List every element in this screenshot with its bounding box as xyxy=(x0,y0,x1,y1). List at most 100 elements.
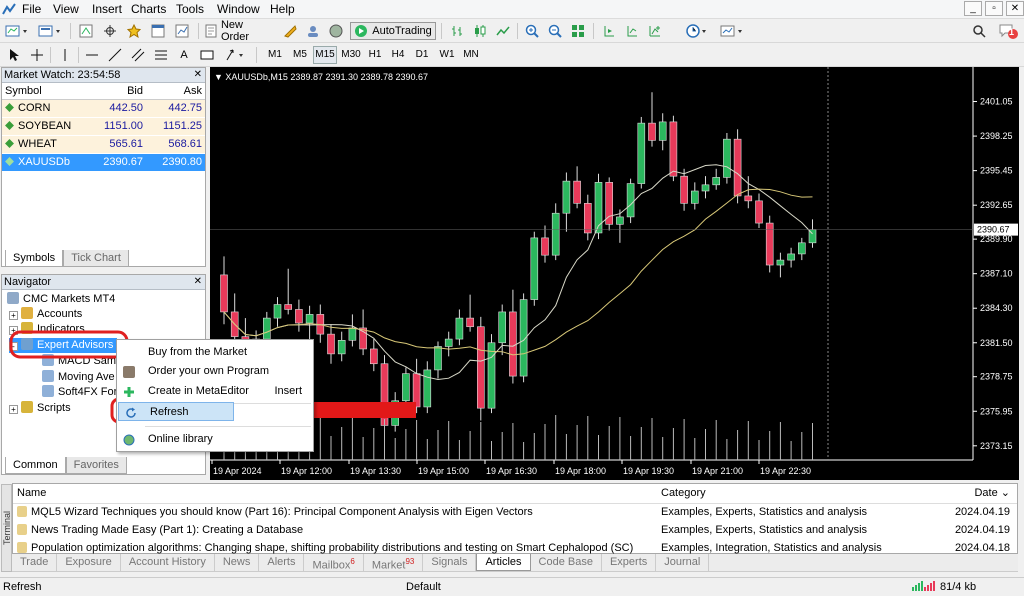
metaeditor-icon[interactable] xyxy=(280,22,300,40)
symbol-row[interactable]: SOYBEAN 1151.00 1151.25 xyxy=(2,118,205,136)
timeframe-m15[interactable]: M15 xyxy=(313,46,337,64)
bid-column-header[interactable]: Bid xyxy=(90,83,146,99)
navigator-item-ea[interactable]: Moving Ave xyxy=(42,370,115,385)
timeframe-m1[interactable]: M1 xyxy=(264,46,286,64)
menu-item-order-program[interactable]: Order your own Program xyxy=(117,362,313,381)
zoom-out-icon[interactable] xyxy=(545,22,565,40)
menu-file[interactable]: File xyxy=(22,2,41,16)
bar-chart-icon[interactable] xyxy=(447,22,467,40)
symbol-column-header[interactable]: Symbol xyxy=(2,83,90,99)
menu-item-buy-from-market[interactable]: Buy from the Market xyxy=(117,343,313,362)
line-chart-icon[interactable] xyxy=(493,22,513,40)
new-chart-button[interactable] xyxy=(3,22,33,40)
price-chart[interactable]: ▼ XAUUSDb,M15 2389.87 2391.30 2389.78 23… xyxy=(210,67,1019,480)
restore-button[interactable]: ▫ xyxy=(985,1,1003,16)
tab-market[interactable]: Market93 xyxy=(364,554,424,572)
new-order-button[interactable]: New Order xyxy=(203,19,275,43)
navigator-item-scripts[interactable]: + Scripts xyxy=(9,401,71,416)
timeframe-m5[interactable]: M5 xyxy=(289,46,311,64)
minimize-button[interactable]: _ xyxy=(964,1,982,16)
tab-articles[interactable]: Articles xyxy=(476,554,531,571)
cursor-icon[interactable] xyxy=(5,46,23,64)
text-icon[interactable]: A xyxy=(175,46,193,64)
trendline-icon[interactable] xyxy=(106,46,124,64)
navigator-item-accounts[interactable]: + Accounts xyxy=(9,307,82,322)
name-column-header[interactable]: Name xyxy=(13,484,658,503)
autotrading-button[interactable]: AutoTrading xyxy=(350,22,436,40)
tab-news[interactable]: News xyxy=(215,554,260,571)
timeframe-d1[interactable]: D1 xyxy=(411,46,433,64)
periods-icon[interactable] xyxy=(684,22,712,40)
search-icon[interactable] xyxy=(970,22,988,40)
fibonacci-icon[interactable] xyxy=(152,46,170,64)
ask-column-header[interactable]: Ask xyxy=(146,83,205,99)
timeframe-m30[interactable]: M30 xyxy=(339,46,363,64)
horizontal-line-icon[interactable] xyxy=(83,46,101,64)
menu-item-create-in-metaeditor[interactable]: Create in MetaEditor Insert xyxy=(117,382,313,401)
article-row[interactable]: News Trading Made Easy (Part 1): Creatin… xyxy=(13,522,1017,540)
crosshair-icon[interactable] xyxy=(28,46,46,64)
navigator-root[interactable]: CMC Markets MT4 xyxy=(7,292,115,307)
navigator-item-indicators[interactable]: + Indicators xyxy=(9,322,85,337)
symbol-row[interactable]: CORN 442.50 442.75 xyxy=(2,100,205,118)
candlestick-icon[interactable] xyxy=(470,22,490,40)
date-column-header[interactable]: Date ⌄ xyxy=(950,484,1016,503)
expand-icon[interactable]: + xyxy=(9,326,18,335)
timeframe-w1[interactable]: W1 xyxy=(436,46,458,64)
market-watch-toggle-icon[interactable] xyxy=(76,22,96,40)
templates-icon[interactable] xyxy=(718,22,748,40)
tab-alerts[interactable]: Alerts xyxy=(259,554,305,571)
app-icon[interactable] xyxy=(2,3,16,18)
menu-window[interactable]: Window xyxy=(217,2,260,16)
tab-common[interactable]: Common xyxy=(5,457,66,474)
collapse-icon[interactable]: - xyxy=(9,342,18,351)
menu-help[interactable]: Help xyxy=(270,2,295,16)
tab-favorites[interactable]: Favorites xyxy=(65,457,127,474)
market-globe-icon[interactable] xyxy=(326,22,346,40)
symbol-row-selected[interactable]: XAUUSDb 2390.67 2390.80 xyxy=(2,154,205,172)
close-button[interactable]: ✕ xyxy=(1006,1,1024,16)
tab-mailbox[interactable]: Mailbox6 xyxy=(304,554,364,572)
account-icon[interactable] xyxy=(303,22,323,40)
navigator-item-ea[interactable]: Soft4FX For xyxy=(42,385,117,400)
tab-experts[interactable]: Experts xyxy=(602,554,657,571)
tab-journal[interactable]: Journal xyxy=(656,554,710,571)
symbol-row[interactable]: WHEAT 565.61 568.61 xyxy=(2,136,205,154)
tab-symbols[interactable]: Symbols xyxy=(5,250,64,267)
channel-icon[interactable] xyxy=(129,46,147,64)
expand-icon[interactable]: + xyxy=(9,311,18,320)
indicators-icon[interactable] xyxy=(645,22,665,40)
tab-code-base[interactable]: Code Base xyxy=(531,554,602,571)
timeframe-mn[interactable]: MN xyxy=(460,46,482,64)
notifications-icon[interactable]: 1 xyxy=(996,22,1020,40)
category-column-header[interactable]: Category xyxy=(658,484,950,503)
menu-view[interactable]: View xyxy=(53,2,79,16)
vertical-line-icon[interactable] xyxy=(56,46,74,64)
label-icon[interactable] xyxy=(198,46,216,64)
data-window-icon[interactable] xyxy=(100,22,120,40)
profiles-button[interactable] xyxy=(36,22,66,40)
menu-charts[interactable]: Charts xyxy=(131,2,166,16)
autoscroll-icon[interactable] xyxy=(622,22,642,40)
strategy-tester-icon[interactable] xyxy=(172,22,192,40)
menu-item-refresh[interactable]: Refresh xyxy=(118,402,234,421)
close-icon[interactable]: ✕ xyxy=(194,275,202,289)
tile-windows-icon[interactable] xyxy=(568,22,588,40)
zoom-in-icon[interactable] xyxy=(522,22,542,40)
tab-exposure[interactable]: Exposure xyxy=(57,554,121,571)
expand-icon[interactable]: + xyxy=(9,405,18,414)
tab-account-history[interactable]: Account History xyxy=(121,554,215,571)
navigator-item-ea[interactable]: MACD Sam xyxy=(42,354,116,369)
tab-signals[interactable]: Signals xyxy=(423,554,477,571)
close-icon[interactable]: ✕ xyxy=(194,68,202,82)
arrows-icon[interactable] xyxy=(221,46,249,64)
menu-item-online-library[interactable]: Online library xyxy=(117,430,313,449)
terminal-icon[interactable] xyxy=(148,22,168,40)
navigator-icon[interactable] xyxy=(124,22,144,40)
timeframe-h4[interactable]: H4 xyxy=(388,46,408,64)
article-row[interactable]: MQL5 Wizard Techniques you should know (… xyxy=(13,504,1017,522)
menu-insert[interactable]: Insert xyxy=(92,2,122,16)
tab-tick-chart[interactable]: Tick Chart xyxy=(63,250,129,267)
timeframe-h1[interactable]: H1 xyxy=(365,46,385,64)
chart-window[interactable]: ▼ XAUUSDb,M15 2389.87 2391.30 2389.78 23… xyxy=(210,67,1019,480)
